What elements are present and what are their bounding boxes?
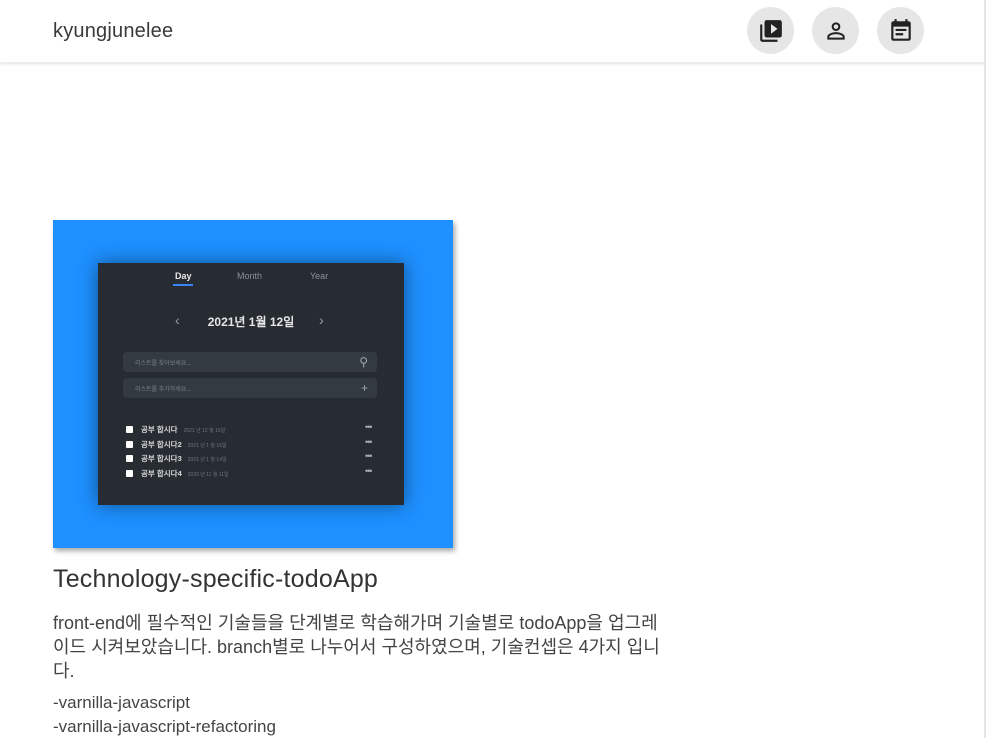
todo-text: 공부 합시다4 xyxy=(141,469,182,478)
todo-text: 공부 합시다 xyxy=(141,425,178,434)
add-placeholder: 리스트를 추가하세요... xyxy=(135,387,192,393)
profile-button[interactable] xyxy=(812,7,859,54)
more-icon: ••• xyxy=(365,437,373,447)
brand-title[interactable]: kyungjunelee xyxy=(53,20,173,43)
period-tabs: Day Month Year xyxy=(98,271,404,291)
tab-month: Month xyxy=(237,271,263,281)
todo-date: 2021 년 1 월 14일 xyxy=(187,457,227,463)
project-description: front-end에 필수적인 기술들을 단계별로 학습해가며 기술별로 tod… xyxy=(53,613,660,681)
active-tab-indicator xyxy=(173,284,193,286)
todo-date: 2020 년 11 월 11일 xyxy=(187,472,229,478)
next-date-icon: › xyxy=(319,312,324,328)
project-thumbnail[interactable]: Day Month Year ‹ 2021년 1월 12일 › 리스트를 찾아보… xyxy=(53,220,453,548)
branch-item: -varnilla-javascript xyxy=(53,693,190,712)
add-field: 리스트를 추가하세요... + xyxy=(123,378,377,398)
tab-year: Year xyxy=(310,271,329,281)
checkbox-icon xyxy=(126,441,133,448)
event-note-icon xyxy=(890,18,911,41)
portfolio-button[interactable] xyxy=(747,7,794,54)
more-icon: ••• xyxy=(365,451,373,461)
todo-text: 공부 합시다3 xyxy=(141,454,182,463)
project-title[interactable]: Technology-specific-todoApp xyxy=(53,565,378,594)
more-icon: ••• xyxy=(365,422,373,432)
calendar-button[interactable] xyxy=(877,7,924,54)
more-icon: ••• xyxy=(365,466,373,476)
plus-icon: + xyxy=(360,381,368,395)
todo-date: 2021 년 1 월 16일 xyxy=(187,443,227,449)
date-navigator: ‹ 2021년 1월 12일 › xyxy=(98,312,404,329)
person-icon xyxy=(826,21,845,40)
prev-date-icon: ‹ xyxy=(175,312,180,328)
branch-item: -varnilla-javascript-refactoring xyxy=(53,717,276,736)
search-placeholder: 리스트를 찾아보세요... xyxy=(135,361,192,367)
checkbox-icon xyxy=(126,470,133,477)
checkbox-icon xyxy=(126,455,133,462)
tab-day: Day xyxy=(175,271,192,281)
current-date: 2021년 1월 12일 xyxy=(207,315,295,329)
todo-date: 2021 년 12 월 15일 xyxy=(183,428,226,434)
search-icon: ⚲ xyxy=(359,355,368,369)
checkbox-icon xyxy=(126,426,133,433)
video-library-icon xyxy=(759,19,782,42)
todo-text: 공부 합시다2 xyxy=(141,440,182,449)
search-field: 리스트를 찾아보세요... ⚲ xyxy=(123,352,377,372)
todo-app-preview: Day Month Year ‹ 2021년 1월 12일 › 리스트를 찾아보… xyxy=(98,263,404,505)
top-app-bar: kyungjunelee xyxy=(0,0,986,63)
